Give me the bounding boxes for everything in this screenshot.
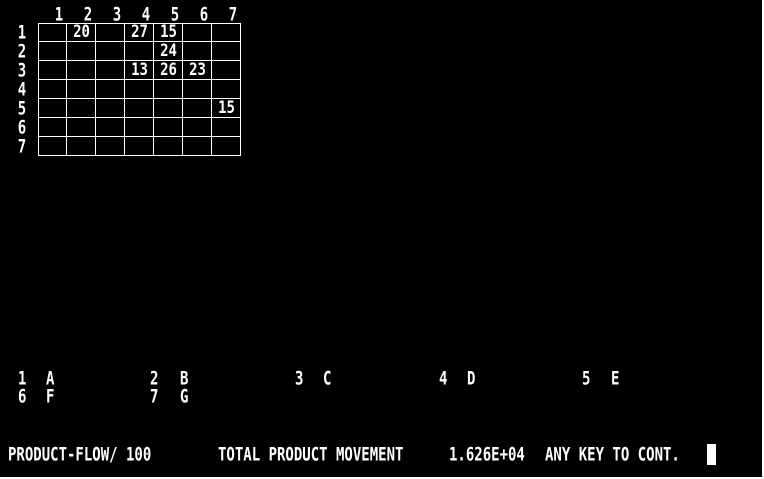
grid-cell: [125, 118, 154, 137]
grid-cell: [212, 137, 241, 156]
column-number: 7: [228, 4, 238, 26]
legend-letter: B: [180, 368, 189, 390]
grid-cell: [125, 99, 154, 118]
grid-cell: [38, 23, 67, 42]
grid-cell: [125, 42, 154, 61]
grid-cell: [154, 137, 183, 156]
grid-cell: [212, 23, 241, 42]
cell-value: 13: [131, 60, 148, 80]
grid-cell: [67, 99, 96, 118]
row-number: 4: [17, 79, 27, 101]
grid-cell: [67, 80, 96, 99]
grid-cell: [96, 137, 125, 156]
grid-cell: [96, 99, 125, 118]
legend-letter: C: [323, 368, 332, 390]
row-number: 6: [17, 117, 27, 139]
grid-cell: [125, 80, 154, 99]
row-number: 7: [17, 136, 27, 158]
grid-cell: [183, 137, 212, 156]
legend-letter: G: [180, 386, 189, 408]
total-movement-label: TOTAL PRODUCT MOVEMENT: [218, 444, 404, 466]
row-number: 2: [17, 41, 27, 63]
grid-cell: [183, 80, 212, 99]
grid-cell: [96, 80, 125, 99]
grid-cell: [38, 42, 67, 61]
cell-value: 20: [73, 22, 90, 42]
grid-cell: [38, 61, 67, 80]
legend-number: 3: [295, 368, 304, 390]
row-number: 1: [17, 22, 27, 44]
grid-cell: [212, 80, 241, 99]
column-number: 5: [170, 4, 180, 26]
grid-cell: [212, 61, 241, 80]
grid-cell: [96, 118, 125, 137]
total-movement-value: 1.626E+04: [449, 444, 525, 466]
cell-value: 15: [160, 22, 177, 42]
legend-number: 4: [439, 368, 448, 390]
grid-cell: [67, 42, 96, 61]
cell-value: 24: [160, 41, 177, 61]
grid-cell: [183, 99, 212, 118]
legend-number: 5: [582, 368, 591, 390]
column-number: 2: [83, 4, 93, 26]
cell-value: 23: [189, 60, 206, 80]
grid-cell: [38, 118, 67, 137]
column-number: 4: [141, 4, 151, 26]
row-number: 5: [17, 98, 27, 120]
column-number: 3: [112, 4, 122, 26]
cell-value: 15: [218, 98, 235, 118]
legend-number: 6: [18, 386, 27, 408]
grid-cell: [183, 42, 212, 61]
grid-cell: [38, 80, 67, 99]
text-cursor: [707, 444, 716, 465]
grid-cell: [38, 137, 67, 156]
grid-cell: [67, 61, 96, 80]
column-number: 1: [54, 4, 64, 26]
legend-number: 7: [150, 386, 159, 408]
row-number: 3: [17, 60, 27, 82]
product-flow-label: PRODUCT-FLOW/ 100: [8, 444, 152, 466]
cell-value: 26: [160, 60, 177, 80]
legend-letter: F: [46, 386, 55, 408]
flow-matrix-grid: 20 27 15 24 13 26 23 15: [38, 23, 241, 157]
grid-cell: [96, 23, 125, 42]
grid-cell: [154, 80, 183, 99]
column-number: 6: [199, 4, 209, 26]
legend-number: 2: [150, 368, 159, 390]
grid-cell: [212, 118, 241, 137]
legend-letter: E: [611, 368, 620, 390]
continue-prompt[interactable]: ANY KEY TO CONT.: [545, 446, 680, 464]
grid-cell: [125, 137, 154, 156]
cell-value: 27: [131, 22, 148, 42]
grid-cell: [67, 137, 96, 156]
legend-letter: D: [467, 368, 476, 390]
terminal-screen: 1 2 3 4 5 6 7 1 2 3 4 5 6 7 20 27 15 24 13 26…: [0, 0, 762, 477]
grid-cell: [183, 23, 212, 42]
grid-cell: [154, 118, 183, 137]
grid-cell: [67, 118, 96, 137]
grid-cell: [183, 118, 212, 137]
legend-number: 1: [18, 368, 27, 390]
legend-letter: A: [46, 368, 55, 390]
grid-cell: [212, 42, 241, 61]
grid-cell: [154, 99, 183, 118]
grid-cell: [38, 99, 67, 118]
grid-cell: [96, 42, 125, 61]
grid-cell: [96, 61, 125, 80]
